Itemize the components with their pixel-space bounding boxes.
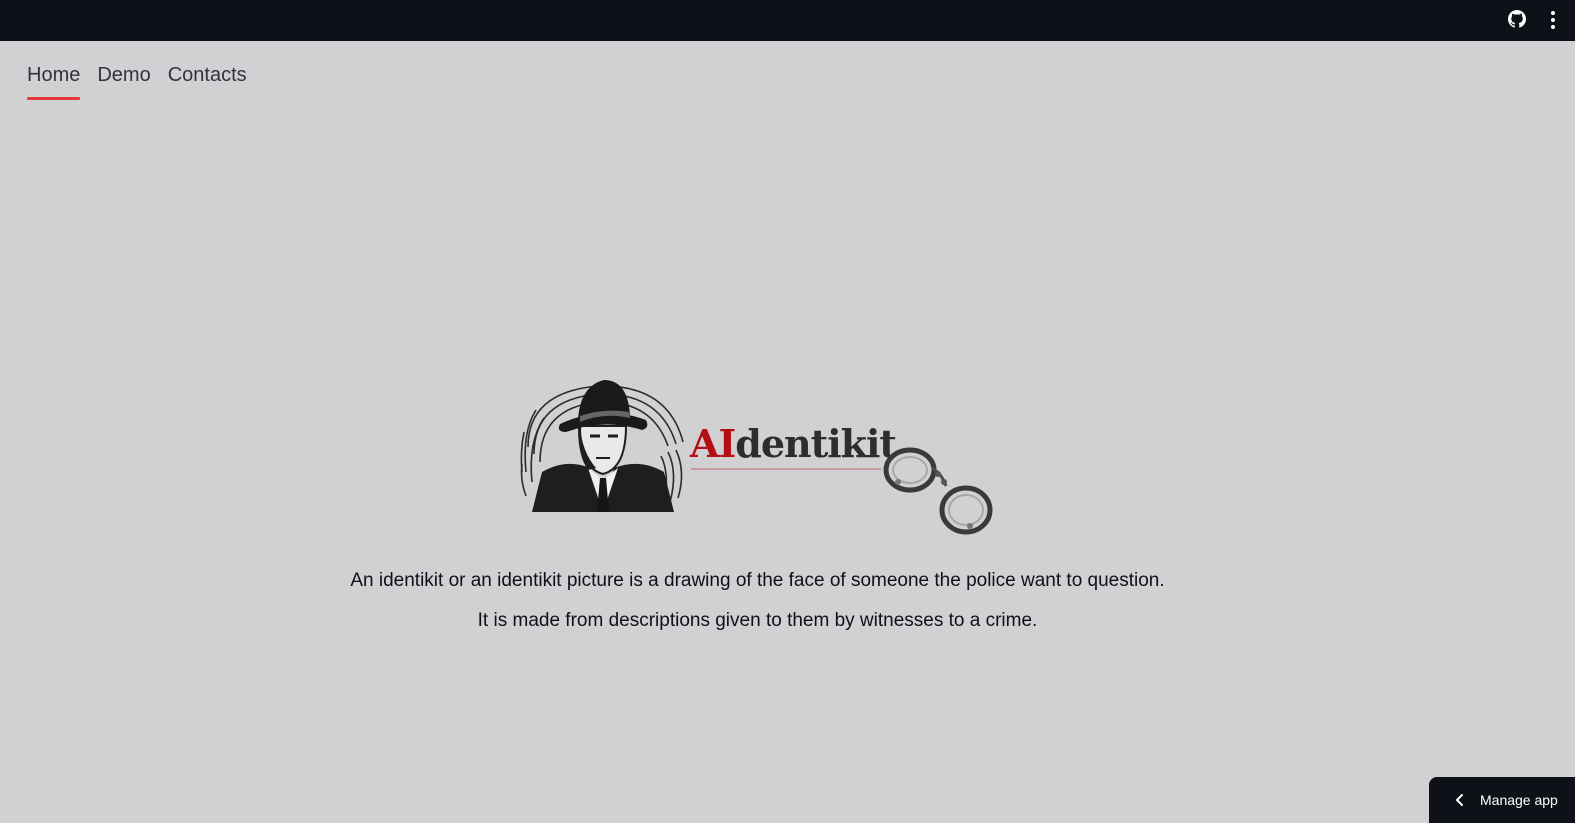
github-icon[interactable] [1508,10,1526,28]
tab-contacts[interactable]: Contacts [168,58,247,100]
handcuffs-icon [883,447,993,535]
manage-app-label: Manage app [1480,792,1558,808]
kebab-menu-icon[interactable] [1544,9,1562,31]
logo-wordmark-ai: AI [690,421,736,466]
manage-app-button[interactable]: Manage app [1429,777,1575,823]
tab-demo[interactable]: Demo [97,58,150,100]
logo-underline [691,468,881,470]
description-line-2: It is made from descriptions given to th… [477,610,1038,631]
logo-wordmark-rest: dentikit [735,421,897,466]
aidentikit-logo: AIdentikit [518,370,998,545]
tab-bar: Home Demo Contacts [27,58,264,100]
logo-wordmark: AIdentikit [690,421,897,466]
chevron-left-icon [1456,794,1463,806]
top-header-bar [0,0,1575,41]
description-line-1: An identikit or an identikit picture is … [350,570,1165,591]
detective-icon [520,380,684,512]
tab-home[interactable]: Home [27,58,81,100]
